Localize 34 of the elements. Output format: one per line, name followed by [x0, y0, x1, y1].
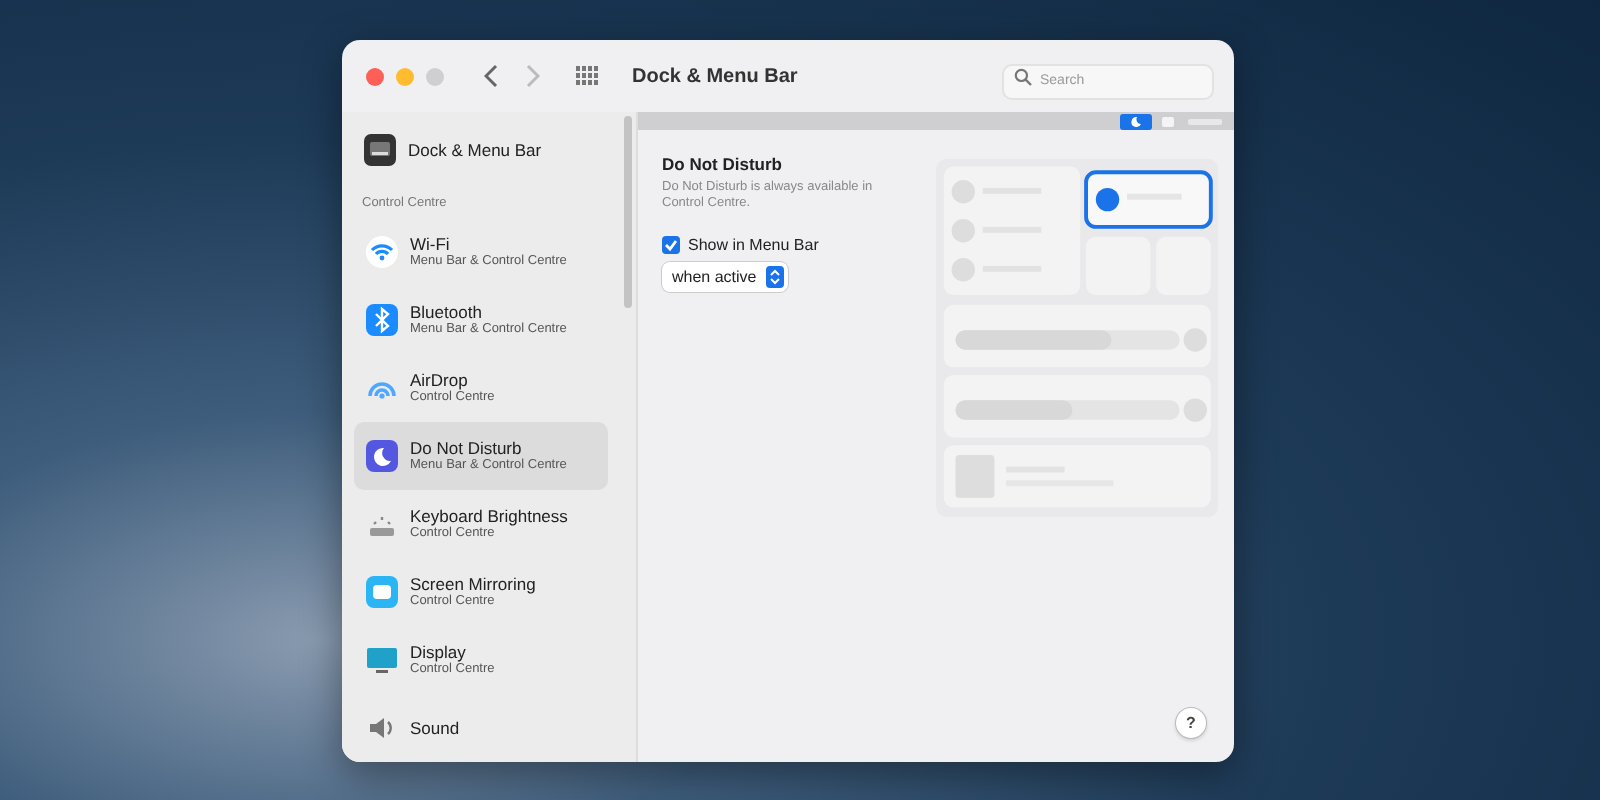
- bluetooth-icon: [366, 304, 398, 336]
- menu-bar-icons-drawing: [1162, 115, 1222, 127]
- item-label: Keyboard Brightness: [410, 506, 568, 526]
- popup-button[interactable]: when active: [662, 262, 789, 292]
- checkbox-label: Show in Menu Bar: [688, 236, 819, 254]
- item-label: AirDrop: [410, 370, 470, 390]
- scrollbar-thumb[interactable]: [624, 116, 632, 308]
- screen-mirroring-icon: [366, 576, 398, 608]
- window-title: Dock & Menu Bar: [632, 65, 800, 87]
- grid-icon[interactable]: [576, 66, 600, 86]
- item-label: Screen Mirroring: [410, 574, 536, 594]
- stepper-icon: [766, 266, 785, 288]
- forward-icon[interactable]: [524, 64, 540, 88]
- help-button[interactable]: ?: [1176, 708, 1206, 738]
- wifi-icon: [366, 236, 398, 268]
- item-label: Do Not Disturb: [410, 438, 524, 458]
- search-icon: [1014, 67, 1032, 85]
- close-button[interactable]: [366, 67, 384, 85]
- sidebar-item[interactable]: Dock & Menu Bar: [354, 120, 608, 180]
- back-icon[interactable]: [484, 64, 500, 88]
- item-label: Bluetooth: [410, 302, 483, 322]
- checkbox[interactable]: [662, 236, 680, 254]
- speaker-icon: [366, 712, 398, 744]
- sidebar-item[interactable]: Sound: [354, 694, 608, 762]
- item-label: Display: [410, 642, 468, 662]
- minimize-button[interactable]: [396, 67, 414, 85]
- display-icon: [366, 644, 398, 676]
- item-label: Sound: [410, 718, 460, 738]
- moon-icon: [366, 440, 398, 472]
- zoom-button[interactable]: [426, 67, 444, 85]
- moon-icon: [1120, 113, 1152, 129]
- dock-icon: [364, 134, 396, 166]
- item-label: Wi-Fi: [410, 234, 452, 254]
- section-title: Do Not Disturb: [662, 154, 784, 174]
